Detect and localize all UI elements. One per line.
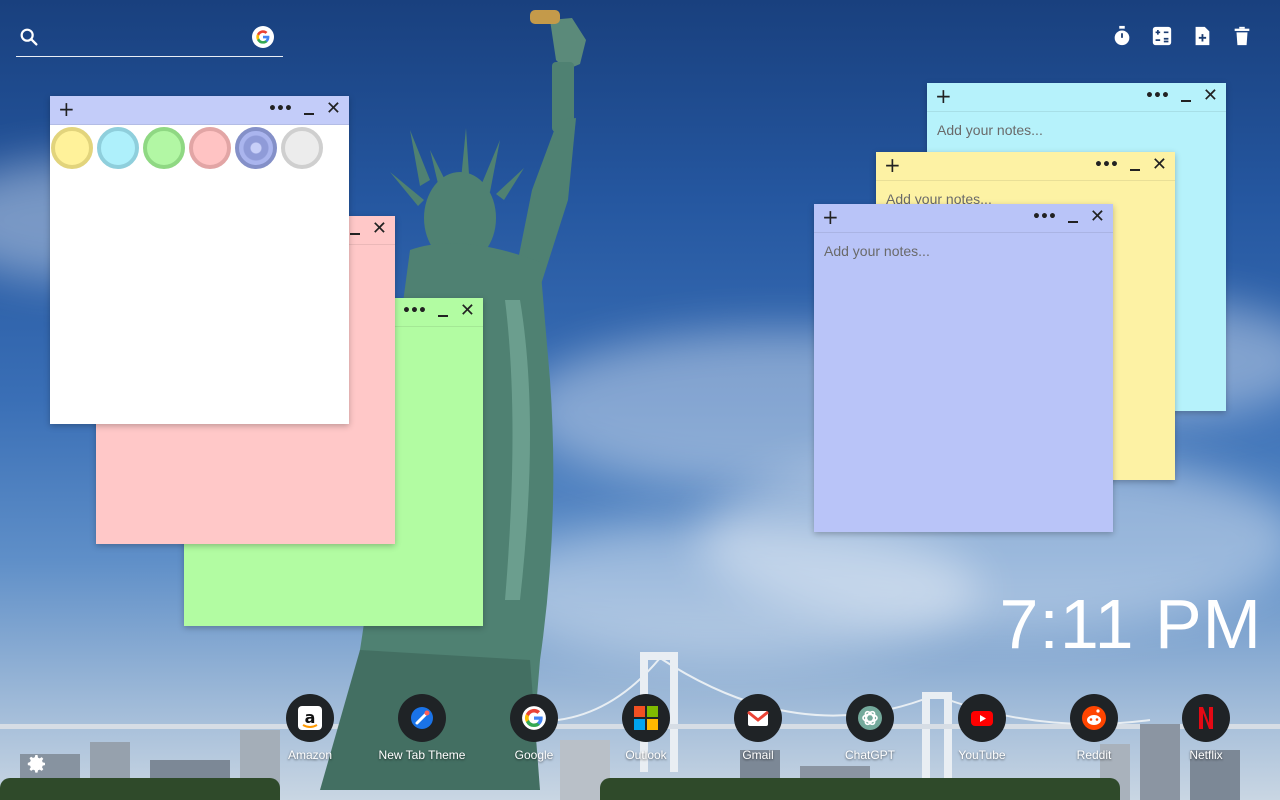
close-icon[interactable]: ✕ xyxy=(326,100,341,118)
dock-label: ChatGPT xyxy=(845,748,896,762)
dock-item-outlook[interactable]: Outlook xyxy=(622,694,670,762)
dock-item-youtube[interactable]: YouTube xyxy=(958,694,1006,762)
close-icon[interactable]: ✕ xyxy=(1090,208,1105,226)
minimize-icon[interactable] xyxy=(1180,100,1191,102)
close-icon[interactable]: ✕ xyxy=(460,302,475,320)
dock-label: Outlook xyxy=(625,748,667,762)
dock-label: Reddit xyxy=(1076,748,1112,762)
dock-item-reddit[interactable]: Reddit xyxy=(1070,694,1118,762)
dock-item-new-tab-theme[interactable]: New Tab Theme xyxy=(379,694,465,762)
trash-icon[interactable] xyxy=(1230,24,1254,48)
close-icon[interactable]: ✕ xyxy=(372,220,387,238)
note-header[interactable]: + ••• ✕ xyxy=(50,96,349,125)
dock-label: Google xyxy=(514,748,554,762)
color-swatch-yellow[interactable] xyxy=(51,127,93,169)
add-note-icon[interactable]: + xyxy=(935,85,952,107)
dock-item-google[interactable]: Google xyxy=(510,694,558,762)
new-note-icon[interactable] xyxy=(1190,24,1214,48)
app-dock: a Amazon New Tab Theme Google Outlook Gm xyxy=(286,694,1230,762)
note-textarea[interactable]: Add your notes... xyxy=(927,112,1226,148)
sticky-note-white[interactable]: + ••• ✕ xyxy=(50,96,349,424)
note-textarea[interactable]: Add your notes... xyxy=(814,233,1113,269)
add-note-icon[interactable]: + xyxy=(58,98,75,120)
more-options-icon[interactable]: ••• xyxy=(1032,209,1057,225)
color-swatch-periwinkle-selected[interactable] xyxy=(235,127,277,169)
amazon-icon: a xyxy=(286,694,334,742)
toolbar xyxy=(1110,24,1254,48)
dock-label: YouTube xyxy=(958,748,1006,762)
netflix-icon xyxy=(1182,694,1230,742)
close-icon[interactable]: ✕ xyxy=(1152,156,1167,174)
minimize-icon[interactable] xyxy=(349,233,360,235)
minimize-icon[interactable] xyxy=(1067,221,1078,223)
dock-item-chatgpt[interactable]: ChatGPT xyxy=(845,694,896,762)
timer-icon[interactable] xyxy=(1110,24,1134,48)
youtube-icon xyxy=(958,694,1006,742)
minimize-icon[interactable] xyxy=(1129,169,1140,171)
dock-label: Netflix xyxy=(1189,748,1223,762)
outlook-icon xyxy=(622,694,670,742)
minimize-icon[interactable] xyxy=(437,315,448,317)
google-icon[interactable] xyxy=(252,26,274,48)
calculator-icon[interactable] xyxy=(1150,24,1174,48)
add-note-icon[interactable]: + xyxy=(822,206,839,228)
search-bar xyxy=(16,22,283,57)
dock-label: Gmail xyxy=(742,748,774,762)
color-swatch-pink[interactable] xyxy=(189,127,231,169)
settings-gear-icon[interactable] xyxy=(24,752,48,776)
new-tab-theme-icon xyxy=(398,694,446,742)
chatgpt-icon xyxy=(846,694,894,742)
dock-item-netflix[interactable]: Netflix xyxy=(1182,694,1230,762)
color-swatch-white[interactable] xyxy=(281,127,323,169)
note-header[interactable]: + ••• ✕ xyxy=(814,204,1113,233)
dock-label: Amazon xyxy=(287,748,333,762)
close-icon[interactable]: ✕ xyxy=(1203,87,1218,105)
add-note-icon[interactable]: + xyxy=(884,154,901,176)
more-options-icon[interactable]: ••• xyxy=(1145,88,1170,104)
note-header[interactable]: + ••• ✕ xyxy=(876,152,1175,181)
clock: 7:11 PM xyxy=(999,585,1262,663)
more-options-icon[interactable]: ••• xyxy=(1094,157,1119,173)
reddit-icon xyxy=(1070,694,1118,742)
svg-text:a: a xyxy=(305,708,316,727)
color-swatch-green[interactable] xyxy=(143,127,185,169)
search-input[interactable] xyxy=(52,24,256,52)
google-icon xyxy=(510,694,558,742)
note-header[interactable]: + ••• ✕ xyxy=(927,83,1226,112)
more-options-icon[interactable]: ••• xyxy=(268,101,293,117)
dock-label: New Tab Theme xyxy=(378,748,466,762)
gmail-icon xyxy=(734,694,782,742)
search-icon[interactable] xyxy=(18,26,40,53)
color-swatch-cyan[interactable] xyxy=(97,127,139,169)
minimize-icon[interactable] xyxy=(303,113,314,115)
more-options-icon[interactable]: ••• xyxy=(402,303,427,319)
color-palette xyxy=(50,125,349,171)
dock-item-amazon[interactable]: a Amazon xyxy=(286,694,334,762)
dock-item-gmail[interactable]: Gmail xyxy=(734,694,782,762)
sticky-note-blue[interactable]: + ••• ✕ Add your notes... xyxy=(814,204,1113,532)
